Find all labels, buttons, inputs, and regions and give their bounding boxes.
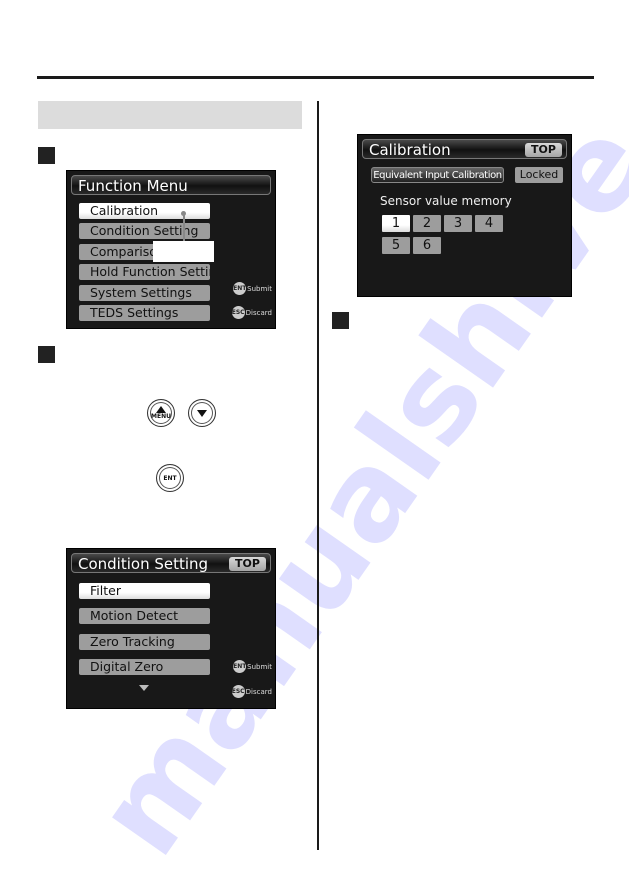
arrow-down-icon — [197, 409, 207, 417]
scroll-down-icon[interactable] — [139, 685, 149, 691]
ent-key-icon: ENT — [233, 282, 246, 295]
step-marker-3 — [332, 312, 349, 329]
memory-slot-2[interactable]: 2 — [413, 215, 441, 232]
column-divider — [317, 101, 319, 850]
menu-item-digital-zero[interactable]: Digital Zero — [79, 659, 210, 675]
memory-slot-4[interactable]: 4 — [475, 215, 503, 232]
up-menu-key-icon: MENU — [147, 399, 175, 427]
screen-title: Calibration — [369, 141, 451, 159]
callout-box — [153, 241, 214, 262]
menu-item-filter[interactable]: Filter — [79, 583, 210, 599]
menu-item-zero-tracking[interactable]: Zero Tracking — [79, 634, 210, 650]
callout-dot — [181, 211, 186, 216]
equivalent-input-calibration-button[interactable]: Equivalent Input Calibration — [371, 167, 504, 183]
memory-slot-1[interactable]: 1 — [382, 215, 410, 232]
screen-title: Function Menu — [78, 177, 188, 195]
esc-key-icon: ESC — [231, 306, 245, 319]
menu-item-system-settings[interactable]: System Settings — [79, 285, 210, 301]
arrow-up-icon — [156, 406, 166, 413]
hint-submit: ENT Submit — [233, 660, 272, 673]
memory-slot-6[interactable]: 6 — [413, 237, 441, 254]
memory-slot-3[interactable]: 3 — [444, 215, 472, 232]
screen-title: Condition Setting — [78, 555, 209, 573]
sensor-memory-label: Sensor value memory — [380, 194, 512, 208]
memory-slot-5[interactable]: 5 — [382, 237, 410, 254]
hint-discard: ESC Discard — [231, 685, 272, 698]
top-button[interactable]: TOP — [229, 557, 266, 571]
condition-setting-screen: Condition Setting TOP Filter Motion Dete… — [66, 548, 276, 709]
hint-discard: ESC Discard — [231, 306, 272, 319]
step-marker-2 — [38, 346, 55, 363]
ent-key-icon: ENT — [233, 660, 246, 673]
menu-item-motion-detect[interactable]: Motion Detect — [79, 608, 210, 624]
menu-item-hold-function-setting[interactable]: Hold Function Setting — [79, 264, 210, 280]
screen-title-bar: Calibration TOP — [362, 139, 567, 159]
menu-item-calibration[interactable]: Calibration — [79, 203, 210, 219]
top-button[interactable]: TOP — [525, 143, 562, 157]
header-rule — [37, 76, 594, 79]
down-key-icon — [188, 399, 216, 427]
menu-item-teds-settings[interactable]: TEDS Settings — [79, 305, 210, 321]
calibration-screen: Calibration TOP Equivalent Input Calibra… — [357, 134, 572, 297]
enter-key-icon: ENT — [156, 464, 184, 492]
screen-title-bar: Function Menu — [71, 175, 271, 195]
step-marker-1 — [38, 147, 55, 164]
watermark: manualshive.com — [70, 0, 629, 880]
esc-key-icon: ESC — [231, 685, 245, 698]
hint-submit: ENT Submit — [233, 282, 272, 295]
locked-button[interactable]: Locked — [515, 167, 563, 183]
function-menu-screen: Function Menu Calibration Condition Sett… — [66, 170, 276, 329]
screen-title-bar: Condition Setting TOP — [71, 553, 271, 573]
section-heading-bar — [38, 101, 302, 129]
menu-item-condition-setting[interactable]: Condition Setting — [79, 223, 210, 239]
